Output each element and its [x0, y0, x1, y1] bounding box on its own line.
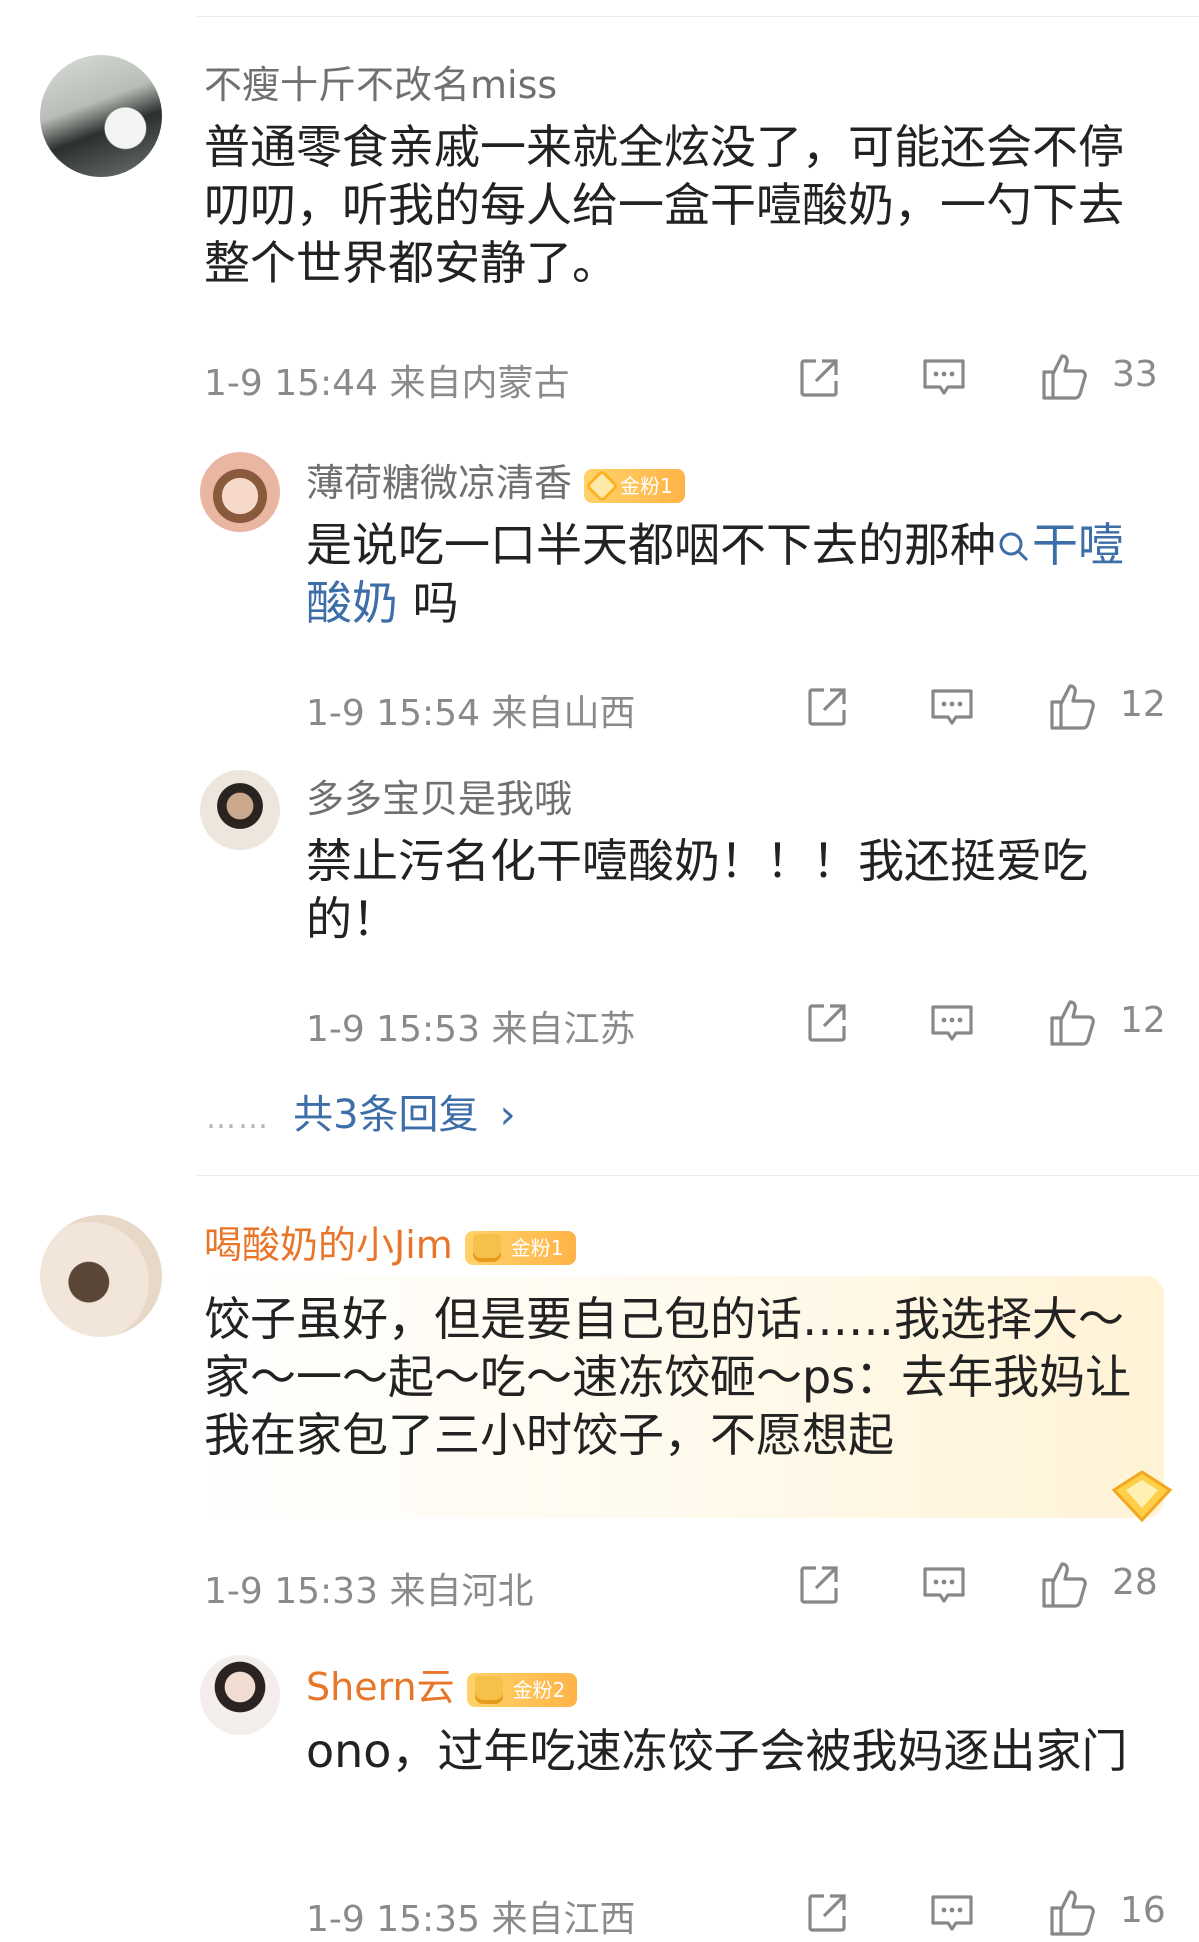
like-count: 12	[1120, 1000, 1166, 1041]
reply-meta: 1-9 15:35 来自江西	[306, 1890, 635, 1942]
reply-time: 1-9 15:54	[306, 693, 480, 734]
comment-location: 来自内蒙古	[389, 363, 570, 404]
thumbs-up-icon[interactable]	[1040, 350, 1092, 402]
fan-badge: 金粉1	[464, 1230, 576, 1265]
like-count: 12	[1120, 684, 1166, 725]
share-icon[interactable]	[804, 1000, 850, 1046]
comment-icon[interactable]	[928, 1002, 976, 1046]
reply-text: 禁止污名化干噎酸奶！！！我还挺爱吃的！	[306, 834, 1088, 946]
thumbs-up-icon[interactable]	[1040, 1558, 1092, 1610]
crown-icon	[472, 1233, 501, 1262]
more-dots: ……	[206, 1101, 270, 1136]
section-divider	[197, 1175, 1199, 1176]
fan-badge: 金粉1	[584, 468, 685, 503]
comment-time: 1-9 15:44	[204, 363, 378, 404]
reply-meta: 1-9 15:54 来自山西	[306, 684, 635, 736]
comment-icon[interactable]	[920, 1564, 968, 1608]
comment-location: 来自河北	[389, 1571, 534, 1612]
chevron-right-icon: ›	[499, 1092, 516, 1138]
avatar[interactable]	[200, 770, 280, 850]
avatar[interactable]	[40, 1215, 162, 1337]
username-row: 薄荷糖微凉清香 金粉1	[306, 452, 685, 507]
gem-decoration-icon	[1108, 1468, 1176, 1524]
like-count: 16	[1120, 1890, 1166, 1931]
reply-time: 1-9 15:53	[306, 1009, 480, 1050]
reply-location: 来自江苏	[491, 1009, 636, 1050]
share-icon[interactable]	[796, 355, 842, 401]
top-divider	[197, 16, 1199, 17]
share-icon[interactable]	[804, 1890, 850, 1936]
reply-location: 来自山西	[491, 693, 636, 734]
thumbs-up-icon[interactable]	[1048, 1886, 1100, 1938]
reply-text: 是说吃一口半天都咽不下去的那种 干噎酸奶 吗	[306, 518, 1124, 630]
username[interactable]: 多多宝贝是我哦	[306, 768, 572, 823]
comment-meta: 1-9 15:44 来自内蒙古	[204, 354, 569, 406]
thumbs-up-icon[interactable]	[1048, 680, 1100, 732]
reply-location: 来自江西	[491, 1899, 636, 1940]
share-icon[interactable]	[796, 1562, 842, 1608]
comment-meta: 1-9 15:33 来自河北	[204, 1562, 533, 1614]
search-icon	[999, 532, 1029, 562]
more-replies-label[interactable]: 共3条回复	[293, 1092, 478, 1138]
badge-icon	[585, 468, 619, 503]
avatar[interactable]	[200, 452, 280, 532]
comment-icon[interactable]	[928, 686, 976, 730]
crown-icon	[474, 1675, 503, 1704]
comment-time: 1-9 15:33	[204, 1571, 378, 1612]
username-row: Shern云 金粉2	[306, 1656, 578, 1711]
like-count: 33	[1112, 354, 1158, 395]
username[interactable]: 薄荷糖微凉清香	[306, 461, 572, 505]
reply-time: 1-9 15:35	[306, 1899, 480, 1940]
avatar[interactable]	[40, 55, 162, 177]
reply-text: ono，过年吃速冻饺子会被我妈逐出家门	[306, 1724, 1128, 1778]
share-icon[interactable]	[804, 684, 850, 730]
comment-text: 普通零食亲戚一来就全炫没了，可能还会不停叨叨，听我的每人给一盒干噎酸奶，一勺下去…	[204, 120, 1124, 290]
avatar[interactable]	[200, 1655, 280, 1735]
fan-badge: 金粉2	[466, 1672, 578, 1707]
username-row: 喝酸奶的小Jim 金粉1	[204, 1214, 576, 1269]
username[interactable]: 喝酸奶的小Jim	[204, 1223, 453, 1267]
like-count: 28	[1112, 1562, 1158, 1603]
comment-icon[interactable]	[928, 1892, 976, 1936]
comment-icon[interactable]	[920, 356, 968, 400]
reply-meta: 1-9 15:53 来自江苏	[306, 1000, 635, 1052]
username[interactable]: 不瘦十斤不改名miss	[204, 54, 557, 109]
username[interactable]: Shern云	[306, 1665, 455, 1709]
comment-text: 饺子虽好，但是要自己包的话……我选择大～家～一～起～吃～速冻饺砸～ps：去年我妈…	[204, 1292, 1132, 1462]
thumbs-up-icon[interactable]	[1048, 996, 1100, 1048]
more-replies[interactable]: …… 共3条回复 ›	[206, 1082, 516, 1140]
